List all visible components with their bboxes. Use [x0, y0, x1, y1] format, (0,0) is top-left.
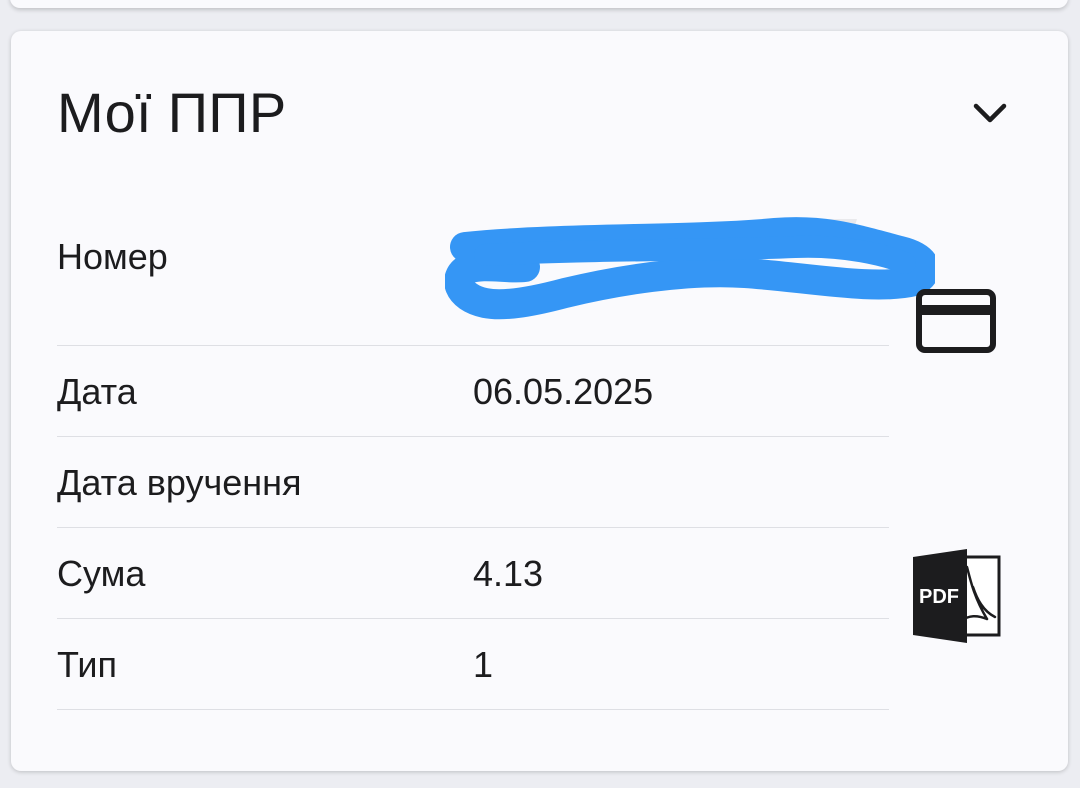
- date-label: Дата: [57, 371, 137, 412]
- chevron-down-icon: [973, 103, 1007, 123]
- details-list: Номер Дата 06.05.2025 Дата вручення Сума…: [57, 211, 935, 710]
- previous-card: [10, 0, 1068, 8]
- pay-button[interactable]: [916, 289, 996, 353]
- pdf-file-icon: PDF: [913, 549, 1001, 643]
- date-value: 06.05.2025: [473, 371, 654, 412]
- row-delivery-date: Дата вручення: [57, 437, 889, 528]
- number-label: Номер: [57, 236, 168, 277]
- collapse-button[interactable]: [966, 89, 1014, 137]
- row-type: Тип 1: [57, 619, 889, 710]
- row-date: Дата 06.05.2025: [57, 346, 889, 437]
- amount-label: Сума: [57, 553, 146, 594]
- amount-value: 4.13: [473, 553, 544, 594]
- row-number: Номер: [57, 211, 935, 346]
- redaction-scribble: [445, 217, 935, 320]
- row-amount: Сума 4.13: [57, 528, 889, 619]
- type-label: Тип: [57, 644, 118, 685]
- card-title: Мої ППР: [57, 81, 287, 144]
- download-pdf-button[interactable]: PDF: [911, 549, 1003, 643]
- pdf-icon-text: PDF: [919, 586, 959, 608]
- credit-card-icon: [916, 289, 996, 353]
- type-value: 1: [473, 644, 494, 685]
- my-ppr-card: Мої ППР Номер Дата 06.05.2025 Дата вруче…: [11, 31, 1068, 771]
- delivery-date-label: Дата вручення: [57, 462, 302, 503]
